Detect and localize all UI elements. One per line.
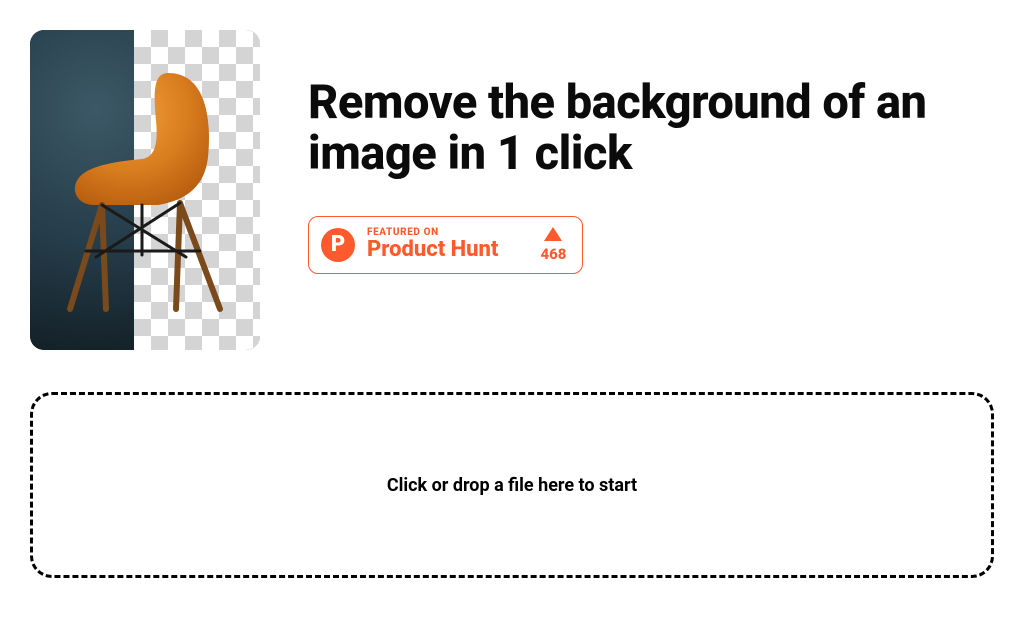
hero-text-column: Remove the background of an image in 1 c… [308, 30, 994, 274]
product-hunt-text: FEATURED ON Product Hunt [367, 228, 498, 262]
upvote-triangle-icon [544, 227, 562, 241]
hero-section: Remove the background of an image in 1 c… [30, 30, 994, 350]
product-hunt-name: Product Hunt [367, 238, 498, 261]
page-headline: Remove the background of an image in 1 c… [308, 78, 994, 180]
file-dropzone[interactable]: Click or drop a file here to start [30, 392, 994, 578]
product-hunt-logo-icon: P [321, 228, 355, 262]
dropzone-prompt: Click or drop a file here to start [387, 475, 637, 496]
demo-image-before-after [30, 30, 260, 350]
product-hunt-badge[interactable]: P FEATURED ON Product Hunt 468 [308, 216, 583, 274]
product-hunt-vote-count: 468 [540, 245, 566, 263]
chair-icon [60, 65, 230, 315]
product-hunt-votes: 468 [530, 227, 566, 263]
